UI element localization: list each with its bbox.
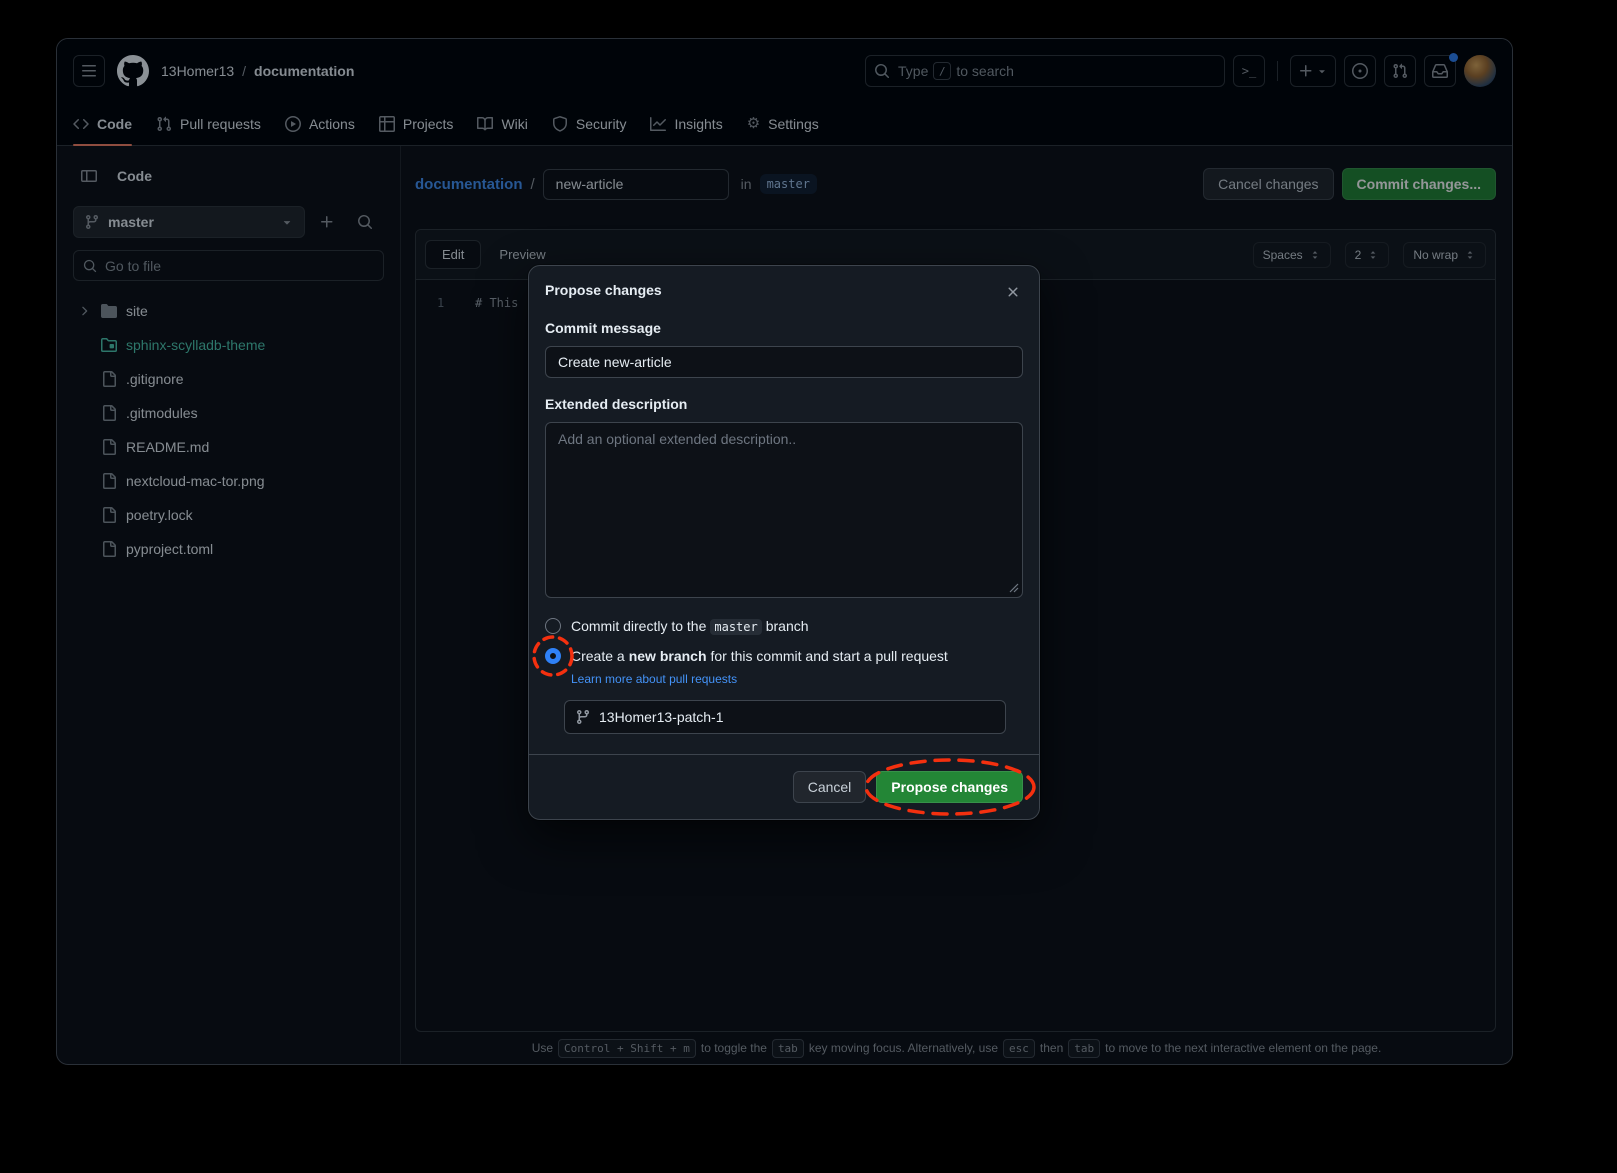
commit-message-label: Commit message bbox=[545, 318, 1023, 338]
learn-more-link[interactable]: Learn more about pull requests bbox=[571, 672, 737, 686]
create-branch-option[interactable]: Create anew branchfor this commit and st… bbox=[545, 644, 1023, 668]
modal-footer: Cancel Propose changes bbox=[529, 754, 1039, 819]
modal-body: Commit message Extended description Comm… bbox=[529, 310, 1039, 734]
modal-title: Propose changes bbox=[545, 282, 1023, 298]
git-branch-icon bbox=[575, 709, 591, 725]
modal-header: Propose changes bbox=[529, 266, 1039, 310]
branch-name-input[interactable] bbox=[599, 709, 995, 725]
commit-target-options: Commit directly to themasterbranch Creat… bbox=[545, 614, 1023, 688]
branch-code-label: master bbox=[710, 619, 761, 635]
cancel-button[interactable]: Cancel bbox=[793, 771, 867, 803]
radio-unselected[interactable] bbox=[545, 618, 561, 634]
close-button[interactable] bbox=[997, 276, 1029, 308]
commit-direct-option[interactable]: Commit directly to themasterbranch bbox=[545, 614, 1023, 638]
close-icon bbox=[1005, 284, 1021, 300]
propose-changes-button[interactable]: Propose changes bbox=[876, 771, 1023, 803]
extended-description-label: Extended description bbox=[545, 394, 1023, 414]
resize-grip-icon[interactable] bbox=[1009, 583, 1019, 593]
propose-changes-modal: Propose changes Commit message Extended … bbox=[528, 265, 1040, 820]
extended-description-textarea[interactable] bbox=[545, 422, 1023, 598]
radio-selected[interactable] bbox=[545, 648, 561, 664]
new-branch-name-field[interactable] bbox=[564, 700, 1006, 734]
desktop-background: 13Homer13 / documentation Type / to sear… bbox=[0, 0, 1617, 1173]
commit-message-input[interactable] bbox=[545, 346, 1023, 378]
